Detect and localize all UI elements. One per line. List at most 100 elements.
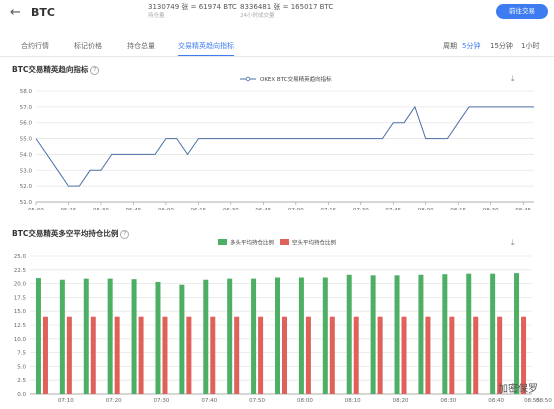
x-tick-label: 08:00 <box>297 398 313 404</box>
x-tick-label: 08:10 <box>345 398 361 404</box>
long-bar <box>466 273 472 394</box>
x-tick-label: 07:30 <box>353 208 369 210</box>
long-bar <box>298 277 304 394</box>
tab-contract-market[interactable]: 合约行情 <box>21 41 49 51</box>
x-tick-label: 06:45 <box>255 208 271 210</box>
long-bar <box>346 274 352 394</box>
short-bar <box>329 316 335 394</box>
legend-label: OKEX BTC交易精英趋向指标 <box>260 75 332 83</box>
long-bar <box>514 273 520 394</box>
y-tick-label: 56.0 <box>20 121 33 127</box>
long-bar <box>35 278 41 394</box>
y-tick-label: 55.0 <box>20 137 33 143</box>
x-tick-label: 07:20 <box>106 398 122 404</box>
tab-elite-trend[interactable]: 交易精英趋向指标 <box>178 41 234 56</box>
y-tick-label: 17.5 <box>14 295 27 301</box>
y-tick-label: 51.0 <box>20 200 33 206</box>
x-tick-label: 07:15 <box>320 208 336 210</box>
long-bar <box>83 278 89 394</box>
short-bar <box>162 316 168 394</box>
x-tick-label: 06:00 <box>158 208 174 210</box>
open-interest-value: 3130749 张 = 61974 BTC <box>148 3 237 11</box>
short-bar <box>186 316 192 394</box>
interval-1hour[interactable]: 1小时 <box>521 41 539 51</box>
short-bar <box>138 316 144 394</box>
top-bar: ← BTC 3130749 张 = 61974 BTC 持仓量 8336481 … <box>0 0 554 28</box>
long-bar <box>442 274 448 394</box>
y-tick-label: 10.0 <box>14 337 27 343</box>
series-line <box>35 105 534 187</box>
trend-line-chart: 51.0 52.0 53.0 54.0 55.0 56.0 57.0 58.0 05:00 05:… <box>20 75 534 210</box>
long-bar <box>179 284 185 394</box>
short-bar <box>473 316 479 394</box>
x-tick-label: 08:55 <box>524 398 540 404</box>
x-tick-label: 07:30 <box>154 398 170 404</box>
long-bar <box>394 275 400 394</box>
short-bar <box>449 316 455 394</box>
x-tick-label: 08:30 <box>440 398 456 404</box>
long-bar <box>203 279 209 394</box>
legend-swatch <box>218 239 227 245</box>
y-tick-label: 54.0 <box>20 152 33 158</box>
go-trade-button[interactable]: 前往交易 <box>496 4 548 19</box>
interval-5min[interactable]: 5分钟 <box>462 41 480 51</box>
y-tick-label: 53.0 <box>20 168 33 174</box>
arrow-left-icon[interactable]: ← <box>10 5 21 20</box>
long-bar <box>251 278 257 394</box>
x-tick-label: 08:40 <box>488 398 504 404</box>
volume-label: 24小时成交量 <box>240 13 275 19</box>
x-tick-label: 08:00 <box>418 208 434 210</box>
long-bar <box>155 281 161 394</box>
short-bar <box>425 316 431 394</box>
short-bar <box>401 316 407 394</box>
short-bar <box>377 316 383 394</box>
short-bar <box>305 316 311 394</box>
x-tick-label: 07:00 <box>288 208 304 210</box>
legend-swatch <box>280 239 289 245</box>
long-bar <box>227 278 233 394</box>
y-tick-label: 12.5 <box>14 323 27 329</box>
x-tick-label: 05:15 <box>61 208 77 210</box>
interval-15min[interactable]: 15分钟 <box>490 41 513 51</box>
y-tick-label: 7.5 <box>17 351 26 357</box>
short-bar <box>90 316 96 394</box>
long-bar <box>418 274 424 394</box>
x-tick-label: 07:40 <box>201 398 217 404</box>
long-bar <box>107 278 113 394</box>
tab-bar: 合约行情 标记价格 持仓总量 交易精英趋向指标 周期 5分钟 15分钟 1小时 <box>0 36 554 57</box>
volume-stat: 8336481 张 = 165017 BTC 24小时成交量 <box>240 3 333 21</box>
x-tick-label: 05:30 <box>93 208 109 210</box>
short-bar <box>114 316 120 394</box>
legend-label: 空头平均持仓比例 <box>292 239 337 247</box>
short-bar <box>258 316 264 394</box>
long-bar <box>275 277 280 394</box>
x-tick-label: 05:00 <box>28 208 44 210</box>
legend-marker <box>245 76 251 82</box>
x-tick-label: 08:15 <box>450 208 466 210</box>
x-tick-label: 07:45 <box>385 208 401 210</box>
long-bar <box>131 279 137 394</box>
y-tick-label: 15.0 <box>14 309 27 315</box>
legend-label: 多头平均持仓比例 <box>230 239 275 247</box>
x-tick-label: 08:30 <box>483 208 499 210</box>
x-tick-label: 07:10 <box>58 398 74 404</box>
x-tick-label: 08:45 <box>515 208 531 210</box>
short-bar <box>282 316 287 394</box>
y-tick-label: 58.0 <box>20 89 33 95</box>
y-tick-label: 0.0 <box>17 392 26 398</box>
x-tick-label: 08:20 <box>393 398 409 404</box>
watermark: 加密保罗 <box>498 384 538 395</box>
y-tick-label: 52.0 <box>20 184 33 190</box>
open-interest-label: 持仓量 <box>148 13 165 19</box>
long-short-bar-chart: 0.0 2.5 5.0 7.5 10.0 12.5 15.0 17.5 20.0 22.5 25.0… <box>14 239 553 405</box>
page-title: BTC <box>31 6 55 19</box>
long-bar <box>322 277 328 394</box>
y-tick-label: 57.0 <box>20 105 33 111</box>
tab-open-interest[interactable]: 持仓总量 <box>127 41 155 51</box>
open-interest-stat: 3130749 张 = 61974 BTC 持仓量 <box>148 3 237 21</box>
interval-period-label: 周期 <box>443 42 457 50</box>
short-bar <box>210 316 216 394</box>
short-bar <box>234 316 240 394</box>
volume-value: 8336481 张 = 165017 BTC <box>240 3 334 11</box>
tab-mark-price[interactable]: 标记价格 <box>74 41 102 51</box>
